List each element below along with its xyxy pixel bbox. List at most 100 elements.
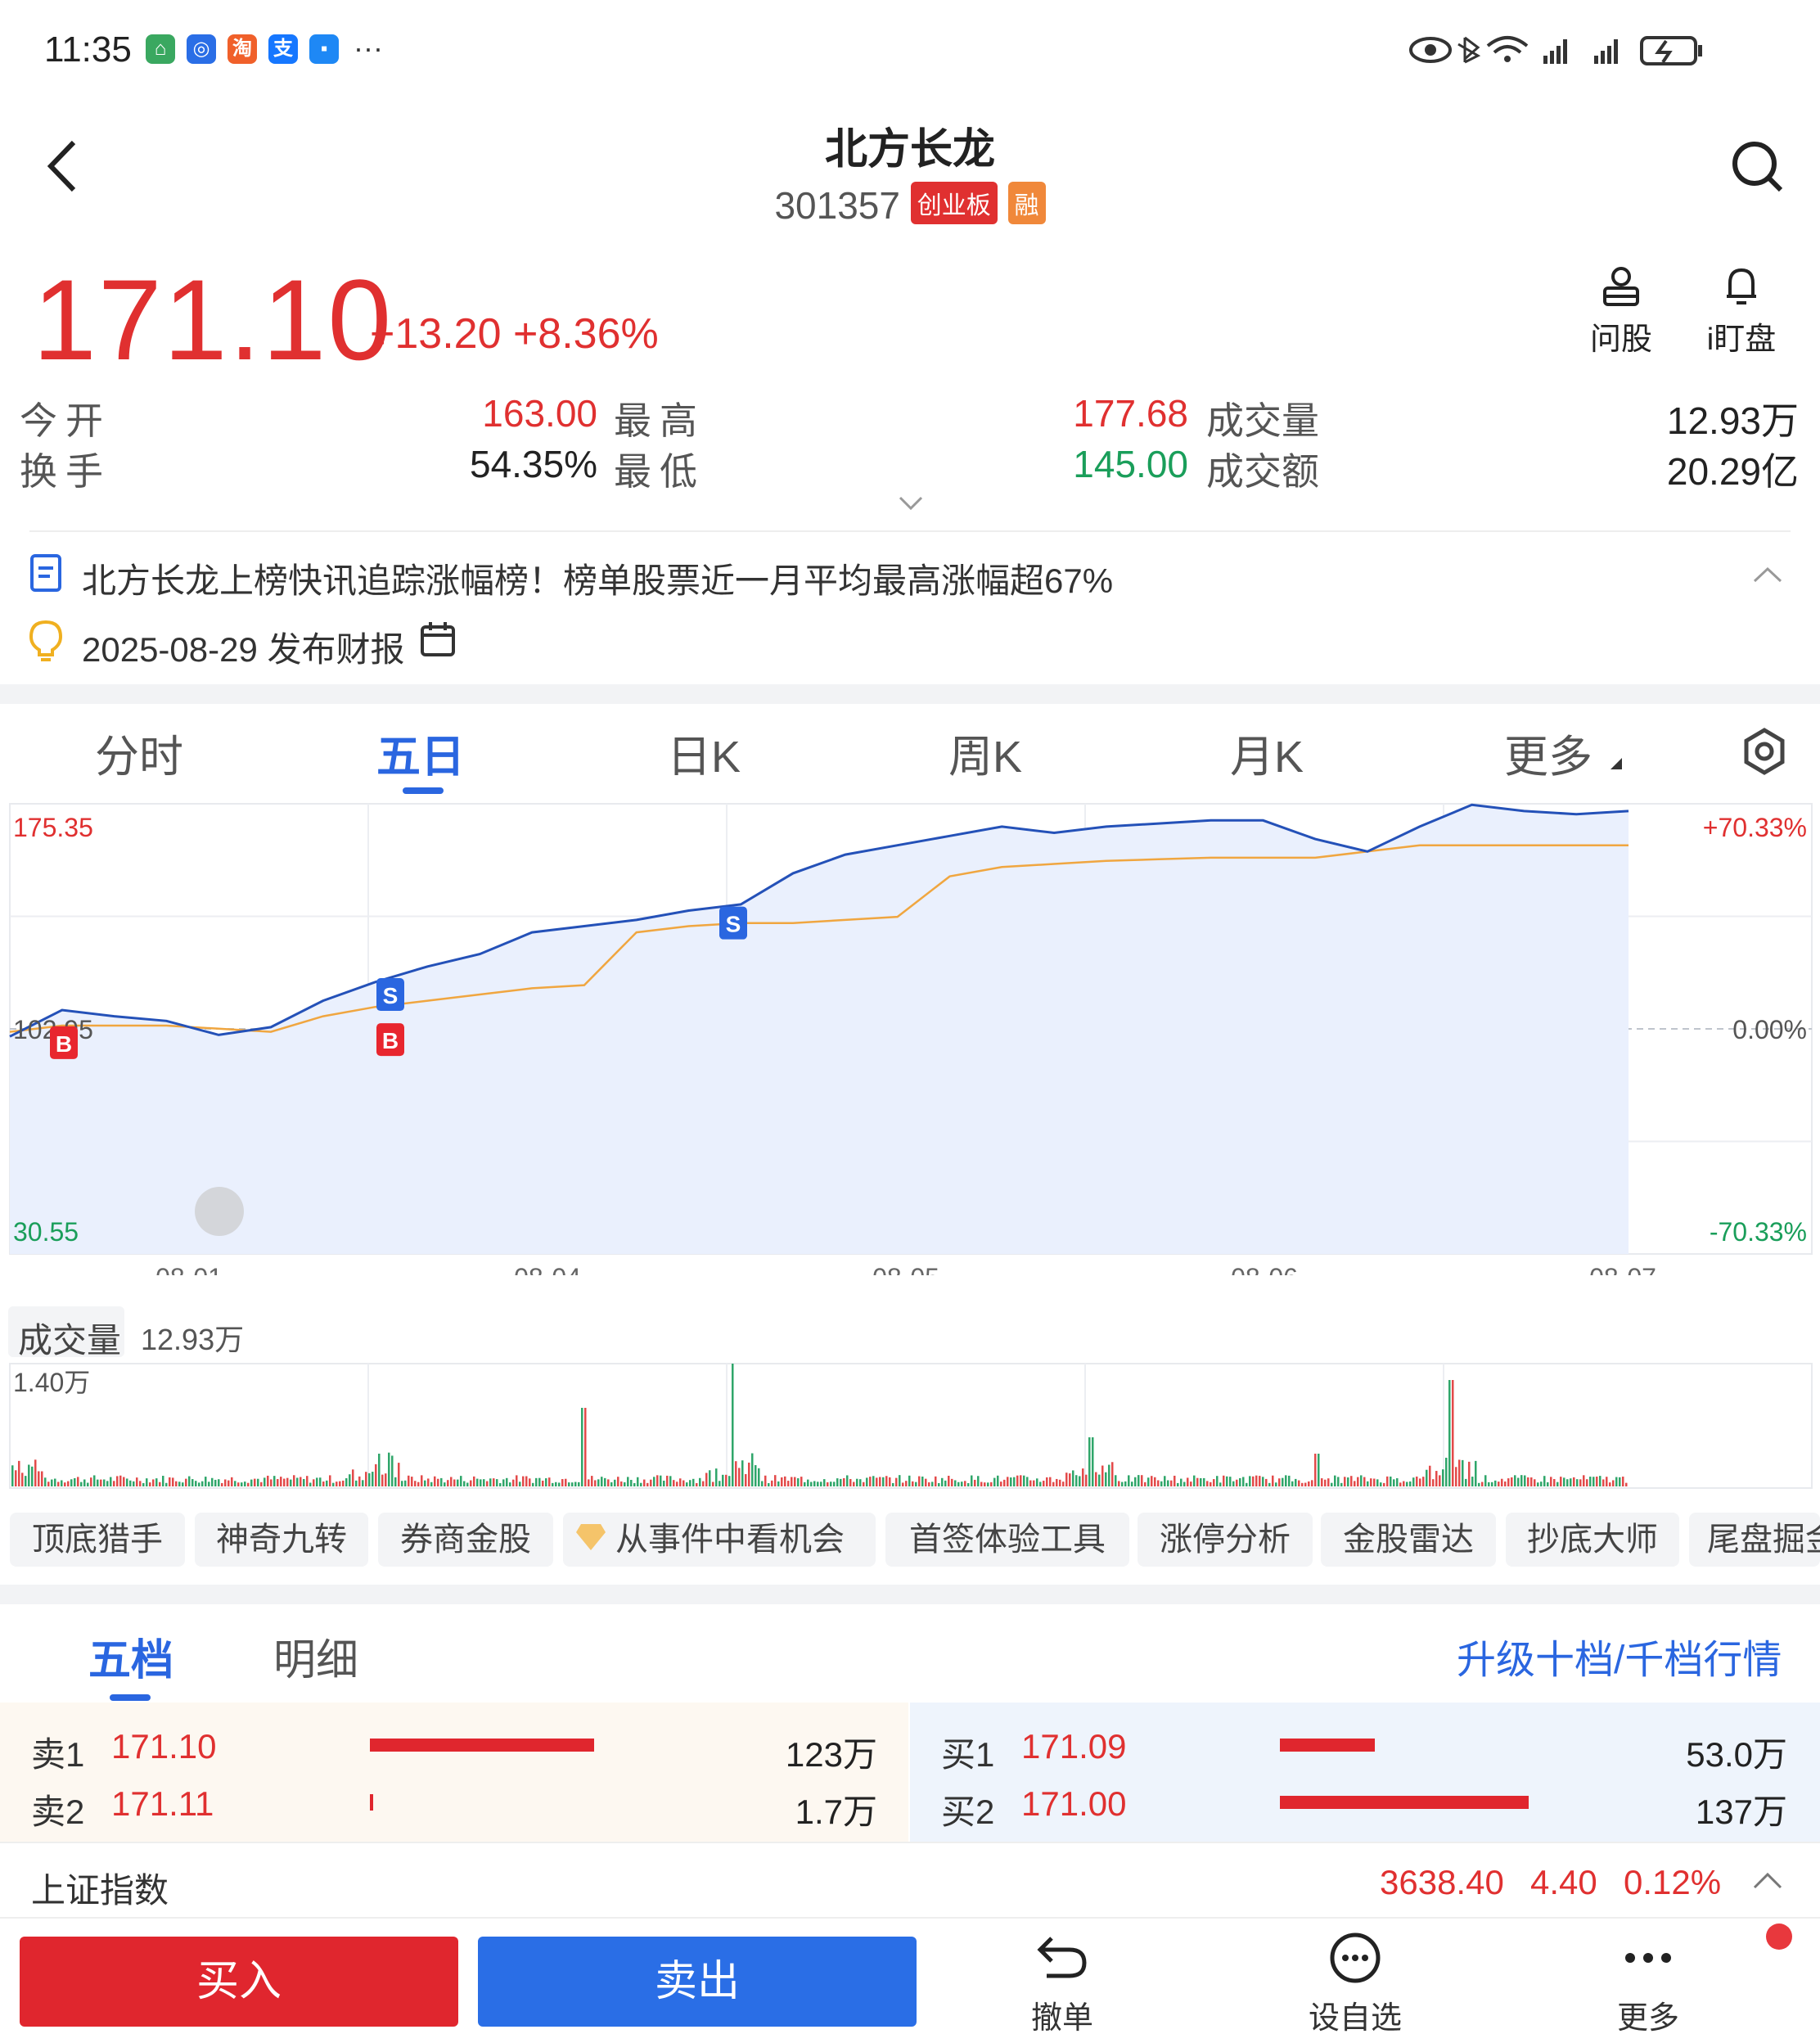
volume-bar bbox=[394, 1477, 397, 1486]
search-icon[interactable] bbox=[1730, 139, 1787, 196]
ask-stock-button[interactable]: 问股 bbox=[1584, 264, 1658, 359]
volume-bar bbox=[1327, 1478, 1330, 1486]
tool-chip-event[interactable]: 从事件中看机会 bbox=[563, 1513, 876, 1567]
tab-active-indicator bbox=[403, 787, 444, 794]
volume-bar bbox=[581, 1408, 583, 1486]
volume-bar bbox=[142, 1482, 145, 1486]
bid-volume-bar bbox=[1280, 1796, 1529, 1809]
volume-bar bbox=[1282, 1477, 1284, 1486]
volume-bar bbox=[208, 1482, 210, 1486]
volume-bar bbox=[15, 1470, 17, 1486]
volume-bar bbox=[755, 1465, 757, 1486]
tool-chip[interactable]: 券商金股 bbox=[378, 1513, 553, 1567]
volume-bar bbox=[935, 1476, 937, 1486]
bid-price: 171.00 bbox=[1021, 1784, 1127, 1823]
volume-bar bbox=[1586, 1479, 1588, 1486]
volume-bar bbox=[1216, 1476, 1219, 1486]
volume-bar bbox=[463, 1481, 466, 1486]
taobao-icon: 淘 bbox=[228, 34, 257, 64]
calendar-icon[interactable] bbox=[419, 620, 457, 658]
tool-chip[interactable]: 尾盘掘金 bbox=[1689, 1513, 1820, 1567]
wifi-icon bbox=[1486, 36, 1529, 62]
volume-bar bbox=[1435, 1471, 1438, 1486]
volume-bar bbox=[882, 1477, 885, 1486]
volume-bar bbox=[1301, 1482, 1304, 1486]
volume-bar bbox=[768, 1482, 770, 1486]
tab-daily-k[interactable]: 日K bbox=[638, 720, 769, 785]
volume-bar bbox=[1304, 1482, 1307, 1486]
tab-details[interactable]: 明细 bbox=[273, 1626, 358, 1687]
volume-bar bbox=[502, 1479, 505, 1486]
volume-bar bbox=[391, 1455, 394, 1486]
volume-bar bbox=[859, 1479, 862, 1486]
volume-bar bbox=[1075, 1475, 1078, 1486]
volume-bar bbox=[620, 1481, 623, 1486]
tool-chip[interactable]: 首签体验工具 bbox=[885, 1513, 1129, 1567]
volume-bar bbox=[74, 1477, 76, 1486]
volume-bar bbox=[1318, 1454, 1320, 1486]
volume-bar bbox=[18, 1460, 20, 1486]
volume-bar bbox=[774, 1475, 777, 1486]
volume-bar bbox=[1609, 1482, 1611, 1486]
volume-bar bbox=[1566, 1479, 1569, 1486]
volume-bar bbox=[54, 1478, 56, 1486]
price-chart[interactable]: 175.35102.9530.55+70.33%0.00%-70.33%08-0… bbox=[0, 801, 1820, 1275]
expand-up-icon[interactable] bbox=[1751, 1869, 1784, 1891]
volume-bar bbox=[512, 1479, 515, 1486]
volume-bar bbox=[493, 1478, 495, 1486]
upgrade-link[interactable]: 升级十档/千档行情 bbox=[1457, 1627, 1782, 1684]
volume-bar bbox=[1144, 1482, 1147, 1486]
volume-bar bbox=[1442, 1469, 1444, 1486]
tab-intraday[interactable]: 分时 bbox=[74, 720, 205, 785]
volume-bar bbox=[964, 1481, 966, 1486]
volume-bar bbox=[1462, 1459, 1464, 1486]
volume-bar bbox=[152, 1479, 155, 1486]
watermark-icon bbox=[195, 1187, 244, 1236]
collapse-chevron-icon[interactable] bbox=[1751, 565, 1784, 584]
volume-bar bbox=[116, 1476, 119, 1486]
tab-weekly-k[interactable]: 周K bbox=[920, 720, 1051, 785]
tab-monthly-k[interactable]: 月K bbox=[1201, 720, 1332, 785]
volume-bar bbox=[712, 1482, 714, 1486]
news-headline[interactable]: 北方长龙上榜快讯追踪涨幅榜！榜单股票近一月平均最高涨幅超67% bbox=[82, 553, 1113, 603]
tool-chip[interactable]: 顶底猎手 bbox=[10, 1513, 185, 1567]
dropdown-corner-icon bbox=[1611, 758, 1622, 769]
sell-button[interactable]: 卖出 bbox=[478, 1937, 917, 2027]
volume-bar bbox=[1350, 1476, 1353, 1486]
volume-bar bbox=[388, 1452, 390, 1486]
index-name[interactable]: 上证指数 bbox=[31, 1863, 169, 1913]
volume-bar bbox=[990, 1482, 993, 1486]
volume-bar bbox=[1275, 1482, 1277, 1486]
x-tick-label: 08-01 bbox=[155, 1263, 223, 1275]
buy-button[interactable]: 买入 bbox=[20, 1937, 458, 2027]
volume-bar bbox=[902, 1482, 904, 1486]
volume-bar bbox=[1570, 1478, 1572, 1486]
volume-bar bbox=[931, 1482, 934, 1486]
ask-label: 卖1 bbox=[31, 1735, 85, 1774]
tab-five-day[interactable]: 五日 bbox=[355, 720, 486, 785]
watch-button[interactable]: i盯盘 bbox=[1701, 264, 1782, 359]
volume-bar bbox=[617, 1477, 619, 1486]
tool-chip[interactable]: 抄底大师 bbox=[1506, 1513, 1679, 1567]
stat-value: 12.93万 bbox=[1666, 399, 1799, 442]
cancel-order-button[interactable]: 撤单 bbox=[997, 1932, 1128, 2037]
volume-bar bbox=[103, 1479, 106, 1486]
more-button[interactable]: 更多 bbox=[1583, 1932, 1714, 2037]
stat-value: 163.00 bbox=[482, 392, 597, 435]
volume-bar bbox=[728, 1476, 731, 1486]
tool-chip[interactable]: 金股雷达 bbox=[1321, 1513, 1496, 1567]
volume-bar bbox=[591, 1476, 593, 1486]
volume-bar bbox=[538, 1477, 541, 1486]
volume-bar bbox=[444, 1482, 446, 1486]
volume-bar bbox=[1295, 1478, 1297, 1486]
volume-bar bbox=[1056, 1478, 1058, 1486]
add-watchlist-button[interactable]: 设自选 bbox=[1290, 1932, 1421, 2037]
volume-bar bbox=[1458, 1459, 1461, 1486]
tool-chip[interactable]: 神奇九转 bbox=[195, 1513, 368, 1567]
expand-chevron-icon[interactable] bbox=[897, 494, 925, 512]
tool-chip[interactable]: 涨停分析 bbox=[1138, 1513, 1313, 1567]
tab-more[interactable]: 更多 bbox=[1483, 720, 1614, 785]
volume-bar bbox=[1098, 1474, 1101, 1486]
tab-five-levels[interactable]: 五档 bbox=[88, 1626, 173, 1687]
settings-icon[interactable] bbox=[1740, 727, 1789, 776]
